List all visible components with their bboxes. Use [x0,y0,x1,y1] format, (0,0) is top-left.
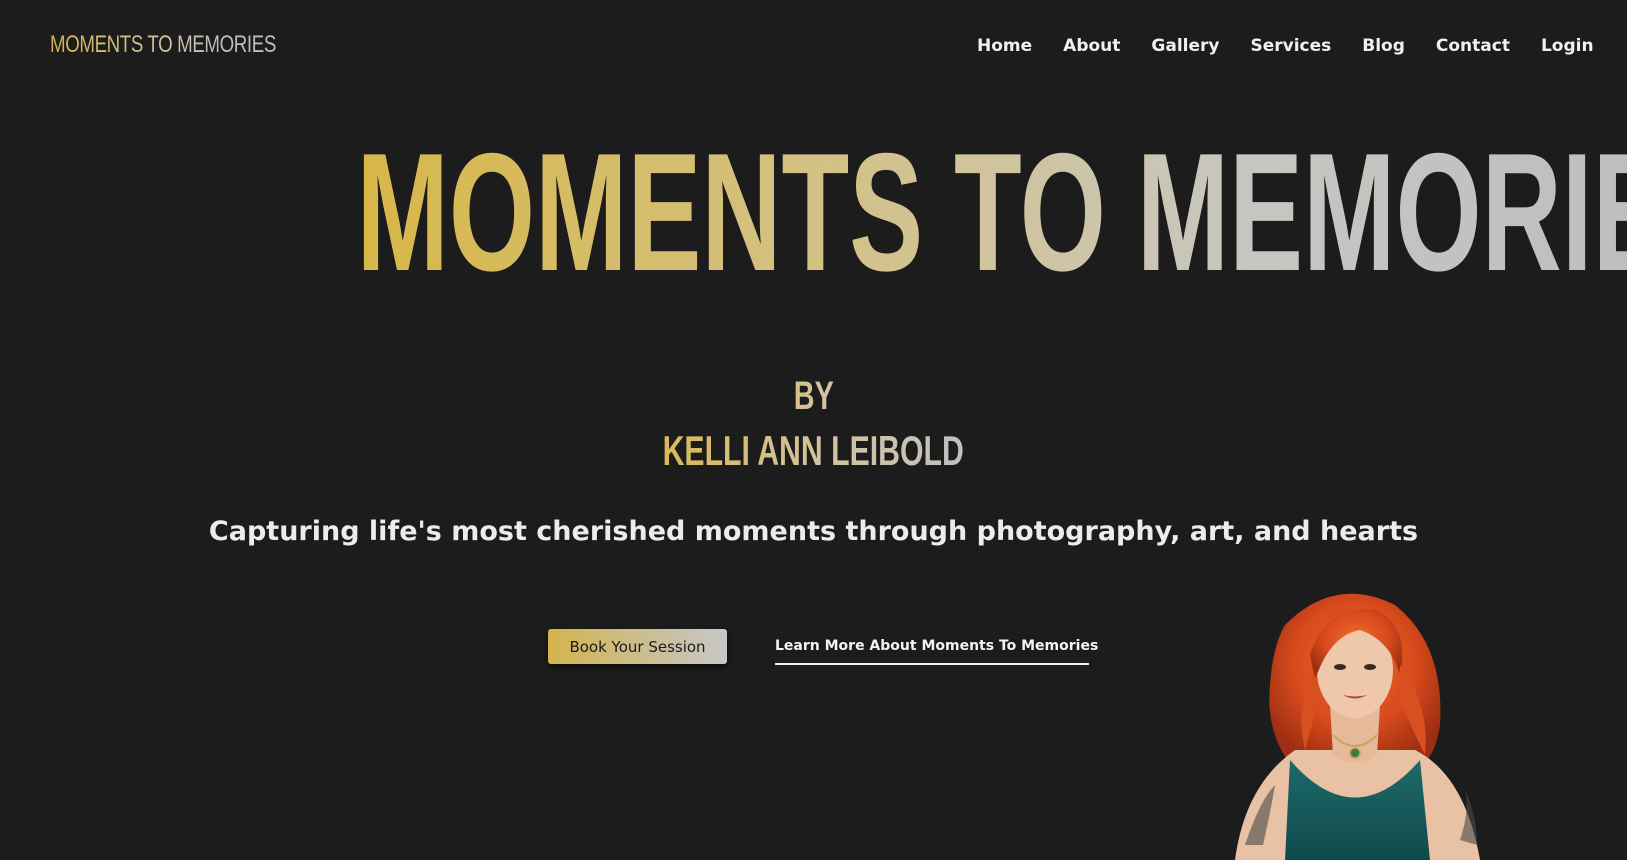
nav-services[interactable]: Services [1250,36,1331,56]
hero-title: MOMENTS TO MEMORIES [0,128,1627,296]
learn-more-link[interactable]: Learn More About Moments To Memories [775,629,1098,665]
nav-about[interactable]: About [1063,36,1120,56]
brand-logo[interactable]: MOMENTS TO MEMORIES [50,31,276,59]
nav-home[interactable]: Home [977,36,1032,56]
byline-by-text: BY [793,374,834,418]
author-name-text: KELLI ANN LEIBOLD [662,427,965,474]
author-name: KELLI ANN LEIBOLD [0,430,1627,472]
nav-login[interactable]: Login [1541,36,1594,56]
photographer-portrait [1235,593,1480,860]
hero-title-text: MOMENTS TO MEMORIES [356,128,1627,296]
nav-blog[interactable]: Blog [1362,36,1405,56]
page: MOMENTS TO MEMORIES Home About Gallery S… [0,0,1627,860]
nav-gallery[interactable]: Gallery [1151,36,1219,56]
byline-by: BY [0,376,1627,416]
nav-contact[interactable]: Contact [1436,36,1510,56]
main-nav: Home About Gallery Services Blog Contact… [977,36,1625,56]
hero-tagline: Capturing life's most cherished moments … [208,516,1419,547]
book-session-button[interactable]: Book Your Session [548,629,727,664]
